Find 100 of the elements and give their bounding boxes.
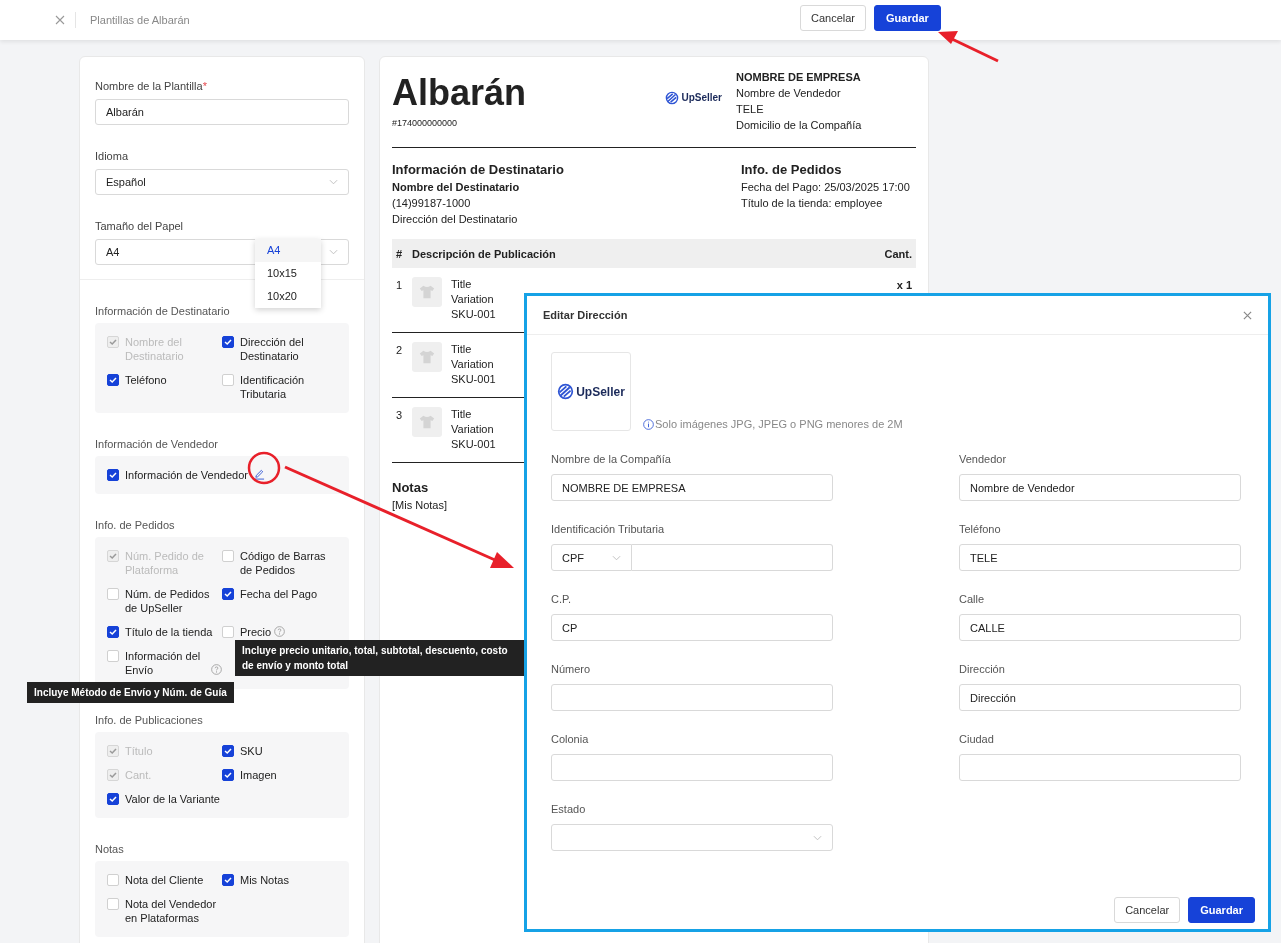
- document-title: Albarán: [392, 73, 527, 113]
- checkbox[interactable]: [222, 745, 234, 757]
- dialog-title: Editar Dirección: [543, 309, 628, 321]
- input-field[interactable]: NOMBRE DE EMPRESA: [551, 474, 833, 501]
- section-title: Info. de Publicaciones: [95, 713, 204, 727]
- row-number: 2: [396, 343, 404, 358]
- item-detail: SKU-001: [451, 307, 496, 322]
- field-label: Identificación Tributaria: [551, 522, 666, 536]
- input-field[interactable]: Dirección: [959, 684, 1241, 711]
- checkbox-label: Núm. Pedido de Plataforma: [125, 549, 205, 577]
- save-button[interactable]: Guardar: [1188, 897, 1255, 923]
- chevron-down-icon: [329, 249, 338, 255]
- field-label: C.P.: [551, 592, 572, 606]
- checkbox[interactable]: [107, 374, 119, 386]
- field-label: Calle: [959, 592, 986, 606]
- checkbox[interactable]: [107, 626, 119, 638]
- field-label: Teléfono: [959, 522, 1002, 536]
- chevron-down-icon: [329, 179, 338, 185]
- checkbox[interactable]: [107, 469, 119, 481]
- input-field[interactable]: Nombre de Vendedor: [959, 474, 1241, 501]
- checkbox-label: Identificación Tributaria: [240, 373, 306, 401]
- dropdown-option[interactable]: 10x20: [255, 285, 321, 308]
- checkbox[interactable]: [222, 769, 234, 781]
- field-label: Idioma: [95, 149, 130, 163]
- cancel-button[interactable]: Cancelar: [1114, 897, 1181, 923]
- select-field[interactable]: CPF: [551, 544, 632, 571]
- checkbox-label: Precio: [240, 625, 272, 639]
- checkbox-label: Teléfono: [125, 373, 167, 387]
- checkbox[interactable]: [222, 336, 234, 348]
- item-detail: SKU-001: [451, 372, 496, 387]
- checkbox[interactable]: [107, 793, 119, 805]
- section-heading: Notas: [392, 479, 429, 497]
- dropdown-option[interactable]: A4: [255, 239, 321, 262]
- input-field[interactable]: [632, 544, 833, 571]
- recipient-detail: (14)99187-1000: [392, 196, 471, 211]
- field-label: Nombre de la Plantilla*: [95, 79, 208, 93]
- checkbox-label: Título: [125, 744, 153, 758]
- logo-upload-box[interactable]: UpSeller: [551, 352, 631, 431]
- upload-hint: Solo imágenes JPG, JPEG o PNG menores de 2M: [655, 418, 903, 430]
- checkbox[interactable]: [222, 588, 234, 600]
- cancel-button[interactable]: Cancelar: [800, 5, 867, 31]
- section-title: Info. de Pedidos: [95, 518, 176, 532]
- checkbox-label: Mis Notas: [240, 873, 289, 887]
- column-header: #: [396, 246, 404, 262]
- chevron-down-icon: [813, 834, 822, 841]
- column-header: Cant.: [884, 246, 912, 262]
- tooltip: Incluye precio unitario, total, subtotal, descuento, costo de envío y monto total: [235, 640, 525, 676]
- input-field[interactable]: TELE: [959, 544, 1241, 571]
- close-icon[interactable]: [55, 15, 65, 25]
- select-field[interactable]: Español: [95, 169, 349, 195]
- row-number: 1: [396, 278, 404, 293]
- checkbox-label: Imagen: [240, 768, 277, 782]
- shirt-image-placeholder: [412, 277, 442, 307]
- input-field[interactable]: Albarán: [95, 99, 349, 125]
- checkbox-label: Nota del Cliente: [125, 873, 204, 887]
- help-icon[interactable]: [211, 664, 222, 675]
- input-field[interactable]: [551, 684, 833, 711]
- help-icon[interactable]: [274, 626, 286, 637]
- item-detail: Variation: [451, 357, 494, 372]
- chevron-down-icon: [612, 554, 621, 561]
- checkbox-label: Valor de la Variante: [125, 792, 220, 806]
- checkbox-label: Nombre del Destinatario: [125, 335, 185, 363]
- input-field[interactable]: CALLE: [959, 614, 1241, 641]
- checkbox-label: Fecha del Pago: [240, 587, 318, 601]
- field-label: Vendedor: [959, 452, 1008, 466]
- checkbox-label: Información de Vendedor: [125, 468, 248, 482]
- checkbox[interactable]: [222, 874, 234, 886]
- item-detail: Variation: [451, 422, 494, 437]
- company-name: NOMBRE DE EMPRESA: [736, 70, 861, 85]
- tooltip: Incluye Método de Envío y Núm. de Guía: [27, 682, 234, 703]
- input-field[interactable]: CP: [551, 614, 833, 641]
- checkbox-label: Dirección del Destinatario: [240, 335, 305, 363]
- save-button[interactable]: Guardar: [874, 5, 941, 31]
- recipient-name: Nombre del Destinatario: [392, 180, 520, 195]
- input-field[interactable]: [551, 754, 833, 781]
- field-label: Dirección: [959, 662, 1006, 676]
- dropdown-option[interactable]: 10x15: [255, 262, 321, 285]
- field-label: Estado: [551, 802, 587, 816]
- logo-text: UpSeller: [681, 91, 722, 105]
- select-field[interactable]: [551, 824, 833, 851]
- order-detail: Título de la tienda: employee: [741, 196, 883, 211]
- section-heading: Info. de Pedidos: [741, 161, 842, 179]
- field-label: Colonia: [551, 732, 590, 746]
- item-detail: Variation: [451, 292, 494, 307]
- input-field[interactable]: [959, 754, 1241, 781]
- checkbox-label: Título de la tienda: [125, 625, 213, 639]
- quantity: x 1: [896, 278, 912, 293]
- field-label: Nombre de la Compañía: [551, 452, 672, 466]
- item-detail: SKU-001: [451, 437, 496, 452]
- section-title: Información de Vendedor: [95, 437, 219, 451]
- item-detail: Title: [451, 277, 472, 292]
- shirt-image-placeholder: [412, 407, 442, 437]
- checkbox-label: Núm. de Pedidos de UpSeller: [125, 587, 211, 615]
- row-number: 3: [396, 408, 404, 423]
- edit-icon[interactable]: [253, 469, 265, 480]
- close-icon[interactable]: [1243, 310, 1252, 320]
- info-icon: [643, 418, 654, 430]
- section-title: Información de Destinatario: [95, 304, 231, 318]
- checkbox-label: Información del Envío: [125, 649, 202, 677]
- document-number: #174000000000: [392, 117, 458, 130]
